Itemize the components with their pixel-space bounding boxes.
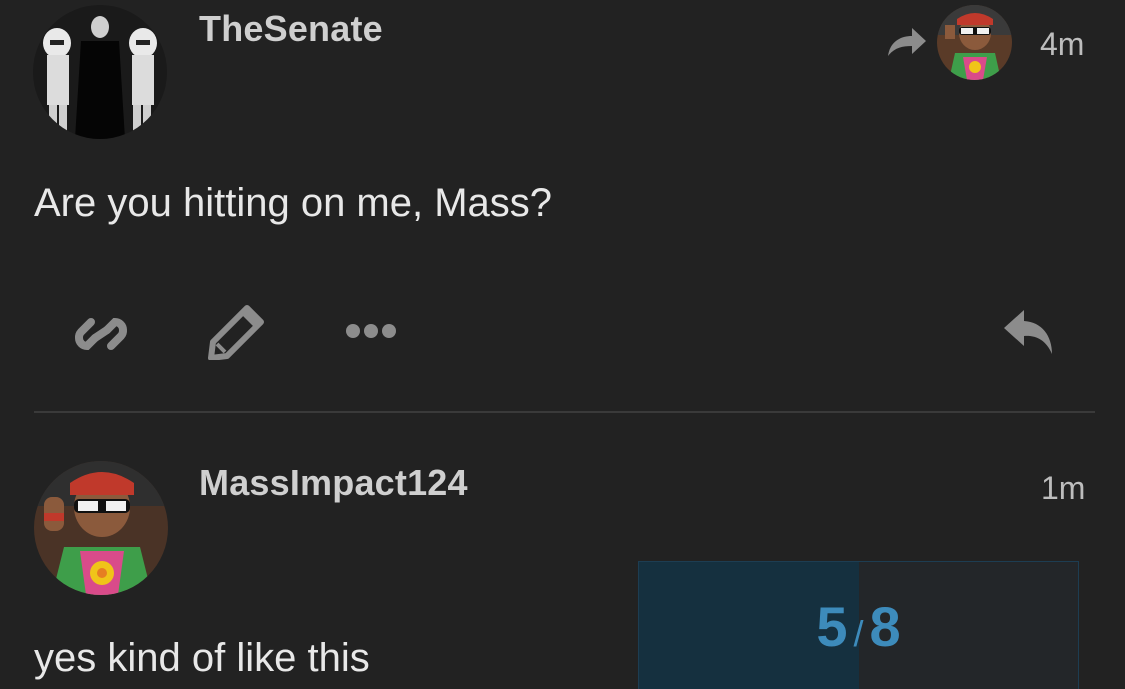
more-options-icon[interactable] <box>344 321 398 341</box>
post-divider <box>34 411 1095 413</box>
post-1-timestamp[interactable]: 4m <box>1040 26 1084 63</box>
timeline-progress[interactable]: 5/8 <box>638 561 1079 689</box>
post-2-body: yes kind of like this <box>34 636 370 680</box>
reply-icon[interactable] <box>1002 308 1056 356</box>
timeline-separator: / <box>853 613 864 654</box>
avatar-massimpact124[interactable] <box>34 461 168 595</box>
post-1-body: Are you hitting on me, Mass? <box>34 181 553 225</box>
timeline-total: 8 <box>869 595 901 658</box>
post-2-timestamp[interactable]: 1m <box>1041 470 1085 507</box>
post-1-username[interactable]: TheSenate <box>199 8 383 50</box>
link-icon[interactable] <box>73 308 129 360</box>
timeline-progress-label: 5/8 <box>639 594 1078 659</box>
edit-pencil-icon[interactable] <box>207 304 265 360</box>
timeline-current: 5 <box>816 595 848 658</box>
post-2-username[interactable]: MassImpact124 <box>199 462 468 504</box>
topic-stream: TheSenate 4m Are you hitting on me, Mass… <box>0 0 1125 689</box>
avatar-thesenate[interactable] <box>33 5 167 139</box>
avatar-reply-to-massimpact124[interactable] <box>937 5 1012 80</box>
reply-arrow-icon <box>886 26 928 58</box>
